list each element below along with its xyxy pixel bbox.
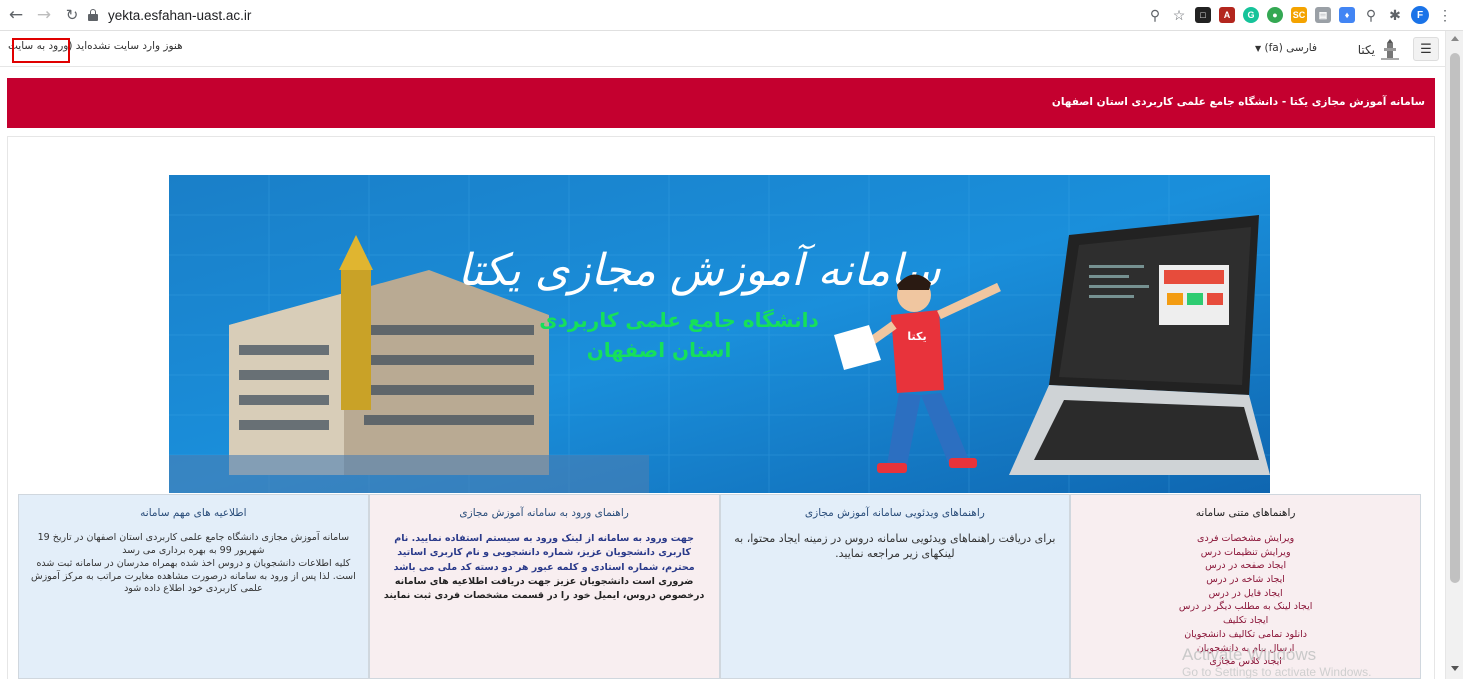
language-selector[interactable]: فارسی (fa) ▼ — [1255, 42, 1317, 54]
login-guide-instructions: جهت ورود به سامانه از لینک ورود به سیستم… — [393, 533, 695, 573]
guide-link-virtual-class[interactable]: ایجاد کلاس مجازی — [1081, 655, 1410, 669]
pin-icon[interactable]: ⚲ — [1363, 7, 1379, 23]
text-guides-panel: راهنماهای متنی سامانه ویرایش مشخصات فردی… — [1070, 494, 1421, 679]
text-guides-list: ویرایش مشخصات فردی ویرایش تنظیمات درس ای… — [1081, 532, 1410, 669]
grammarly-icon[interactable]: G — [1243, 7, 1259, 23]
header-title: سامانه آموزش مجازی یکتا - دانشگاه جامع ع… — [1051, 96, 1425, 108]
announcement-text-1: سامانه آموزش مجازی دانشگاه جامع علمی کار… — [37, 532, 350, 556]
guide-link-message-students[interactable]: ارسال پیام به دانشجویان — [1081, 642, 1410, 656]
banner-title: سامانه آموزش مجازی یکتا — [458, 243, 942, 296]
site-name[interactable]: یکتا — [1358, 43, 1375, 57]
announcement-text-2: کلیه اطلاعات دانشجویان و دروس اخذ شده به… — [30, 557, 356, 595]
forward-arrow-icon[interactable]: → — [32, 3, 56, 27]
announcements-panel: اطلاعیه های مهم سامانه سامانه آموزش مجاز… — [18, 494, 369, 679]
site-logo[interactable] — [1379, 39, 1401, 61]
guide-link-create-folder[interactable]: ایجاد شاخه در درس — [1081, 573, 1410, 587]
profile-avatar[interactable]: F — [1411, 6, 1429, 24]
video-guides-title: راهنماهای ویدئویی سامانه آموزش مجازی — [804, 507, 985, 519]
extensions-bar: ⚲ ☆ □ A G ● SC ▤ ♦ ⚲ ✱ F ⋮ — [1147, 4, 1453, 26]
hero-banner: سامانه آموزش مجازی یکتا دانشگاه جامع علم… — [169, 175, 1270, 493]
zoom-icon[interactable]: ⚲ — [1147, 7, 1163, 23]
chrome-icon[interactable]: ● — [1267, 7, 1283, 23]
clapper-icon[interactable]: □ — [1195, 7, 1211, 23]
lock-icon[interactable] — [88, 9, 98, 21]
banner-illustration: سامانه آموزش مجازی یکتا دانشگاه جامع علم… — [169, 175, 1270, 493]
text-guides-title: راهنماهای متنی سامانه — [1195, 507, 1296, 519]
sc-icon[interactable]: SC — [1291, 7, 1307, 23]
site-navbar: هنوز وارد سایت نشده‌اید (ورود به سایت فا… — [0, 31, 1445, 67]
guide-link-course-settings[interactable]: ویرایش تنظیمات درس — [1081, 546, 1410, 560]
scroll-up-arrow-icon[interactable] — [1451, 36, 1459, 41]
language-label[interactable]: فارسی (fa) — [1264, 42, 1317, 54]
site-brand[interactable]: یکتا — [1358, 39, 1401, 61]
guide-link-create-page[interactable]: ایجاد صفحه در درس — [1081, 559, 1410, 573]
puzzle-color-icon[interactable]: ♦ — [1339, 7, 1355, 23]
login-guide-email-note: ضروری است دانشجویان عزیز جهت دریافت اطلا… — [383, 575, 705, 602]
more-menu-icon[interactable]: ⋮ — [1437, 7, 1453, 23]
pdf-icon[interactable]: A — [1219, 7, 1235, 23]
video-guides-panel: راهنماهای ویدئویی سامانه آموزش مجازی برا… — [719, 494, 1071, 679]
guide-link-download-assignments[interactable]: دانلود تمامی تکالیف دانشجویان — [1081, 628, 1410, 642]
guide-link-create-file[interactable]: ایجاد فایل در درس — [1081, 587, 1410, 601]
scroll-down-arrow-icon[interactable] — [1451, 666, 1459, 671]
guide-link-create-assignment[interactable]: ایجاد تکلیف — [1081, 614, 1410, 628]
shirt-text: یکتا — [907, 330, 926, 343]
not-logged-in-text: هنوز وارد سایت نشده‌اید — [75, 40, 183, 52]
docs-icon[interactable]: ▤ — [1315, 7, 1331, 23]
browser-toolbar: ← → ↻ yekta.esfahan-uast.ac.ir ⚲ ☆ □ A G… — [0, 0, 1463, 31]
login-guide-title: راهنمای ورود به سامانه آموزش مجازی — [459, 507, 629, 519]
star-icon[interactable]: ☆ — [1171, 7, 1187, 23]
banner-subtitle-2: استان اصفهان — [587, 338, 732, 362]
url-text[interactable]: yekta.esfahan-uast.ac.ir — [108, 8, 251, 23]
puzzle-icon[interactable]: ✱ — [1387, 7, 1403, 23]
address-bar[interactable]: yekta.esfahan-uast.ac.ir — [88, 3, 1088, 27]
caret-down-icon[interactable]: ▼ — [1255, 44, 1261, 53]
login-highlight-box — [12, 38, 70, 63]
back-arrow-icon[interactable]: ← — [4, 3, 28, 27]
banner-subtitle-1: دانشگاه جامع علمی کاربردی — [539, 308, 818, 332]
login-guide-panel: راهنمای ورود به سامانه آموزش مجازی جهت و… — [368, 494, 720, 679]
scrollbar-thumb[interactable] — [1450, 53, 1460, 583]
info-columns: اطلاعیه های مهم سامانه سامانه آموزش مجاز… — [18, 494, 1421, 679]
reload-icon[interactable]: ↻ — [60, 3, 84, 27]
hamburger-icon[interactable]: ☰ — [1413, 37, 1439, 61]
site-header-bar: سامانه آموزش مجازی یکتا - دانشگاه جامع ع… — [7, 78, 1435, 128]
guide-link-create-link[interactable]: ایجاد لینک به مطلب دیگر در درس — [1081, 600, 1410, 614]
guide-link-edit-profile[interactable]: ویرایش مشخصات فردی — [1081, 532, 1410, 546]
announcements-title: اطلاعیه های مهم سامانه — [140, 507, 247, 519]
page-scrollbar[interactable] — [1445, 31, 1463, 679]
video-guides-text: برای دریافت راهنماهای ویدئویی سامانه درو… — [734, 532, 1056, 560]
